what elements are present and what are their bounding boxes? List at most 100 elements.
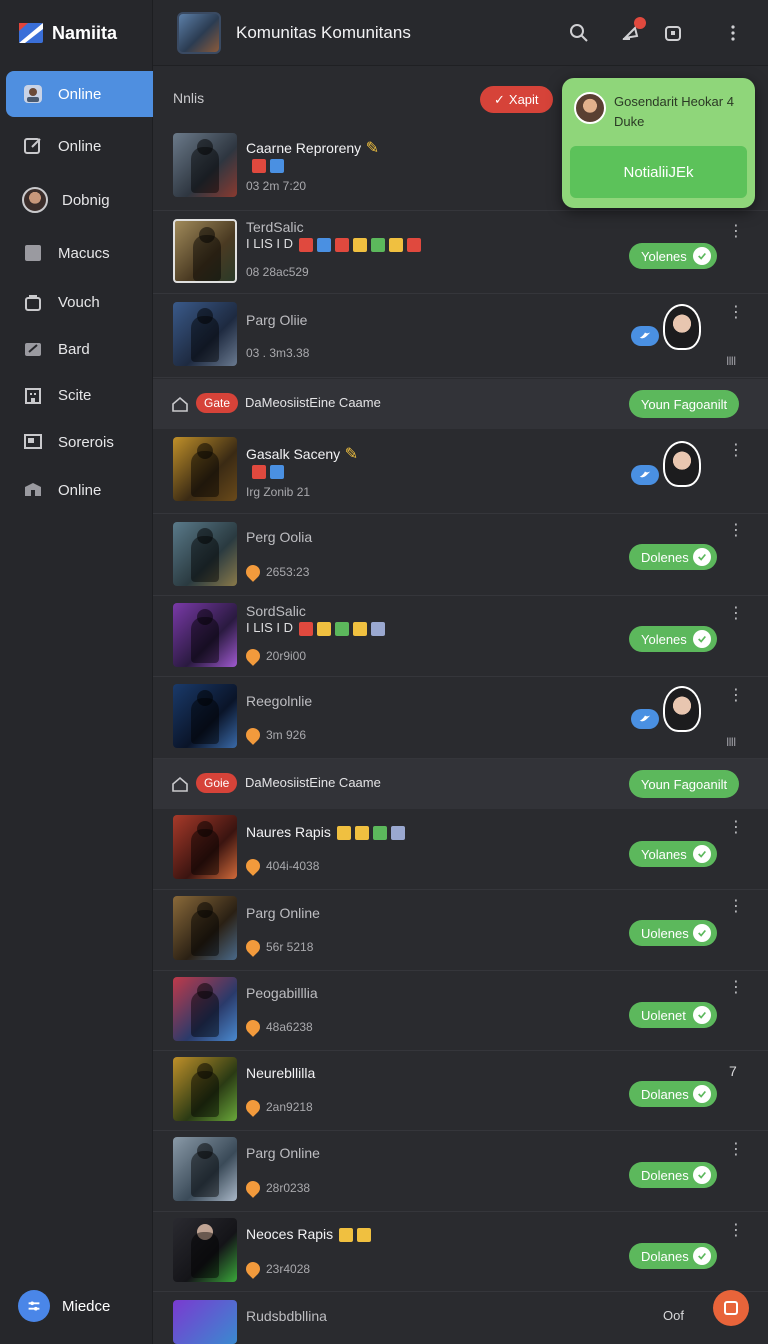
bird-icon[interactable] <box>631 465 659 485</box>
status-pill[interactable]: Yolenes <box>629 626 717 652</box>
more-icon[interactable]: ⋮ <box>728 523 744 539</box>
item-subtitle: I LIS I D <box>246 236 421 252</box>
community-avatar[interactable] <box>177 12 221 54</box>
more-icon[interactable] <box>721 21 745 45</box>
section-button[interactable]: Youn Fagoanilt <box>629 770 739 798</box>
user-avatar[interactable] <box>663 304 701 350</box>
check-icon <box>693 630 711 648</box>
popup-action-button[interactable]: NotialiiJEk <box>570 146 747 198</box>
list-item[interactable]: Peogabilllia 48a6238 ⋮ Uolenet <box>153 971 768 1051</box>
item-badges <box>246 463 284 479</box>
bell-icon[interactable] <box>618 17 646 45</box>
game-thumbnail <box>173 219 237 283</box>
section-header: Goie DaMeosiistEine Caame Youn Fagoanilt <box>153 759 768 809</box>
game-thumbnail <box>173 896 237 960</box>
list-item[interactable]: Parg Online 56r 5218 ⋮ Uolenes <box>153 890 768 971</box>
more-icon[interactable]: ⋮ <box>728 224 744 240</box>
list-item[interactable]: Parg Online 28r0238 ⋮ Dolenes <box>153 1131 768 1212</box>
bird-icon[interactable] <box>631 709 659 729</box>
bird-icon[interactable] <box>631 326 659 346</box>
more-icon[interactable]: ⋮ <box>728 980 744 996</box>
list-item[interactable]: Neurebllilla 2an9218 Dolanes <box>153 1051 768 1131</box>
more-icon[interactable]: ⋮ <box>728 688 744 704</box>
item-title: Neoces Rapis <box>246 1226 372 1243</box>
more-icon[interactable]: ⋮ <box>728 1142 744 1158</box>
item-title: Parg Online <box>246 1145 320 1161</box>
game-thumbnail <box>173 684 237 748</box>
home-icon[interactable] <box>171 775 189 793</box>
check-icon <box>693 1166 711 1184</box>
bag-icon <box>22 291 44 313</box>
status-pill[interactable]: Dolanes <box>629 1243 717 1269</box>
sidebar-footer[interactable]: Miedce <box>18 1290 110 1322</box>
sidebar-item-online-2[interactable]: Online <box>6 123 153 169</box>
more-icon[interactable]: ⋮ <box>728 1223 744 1239</box>
status-pill[interactable]: Dolenes <box>629 544 717 570</box>
bottom-label: Oof <box>663 1308 684 1323</box>
square-icon <box>22 242 44 264</box>
sliders-icon[interactable] <box>18 1290 50 1322</box>
list-item[interactable]: TerdSalic I LIS I D 08 28ac529 ⋮ Yolenes <box>153 211 768 294</box>
user-avatar[interactable] <box>663 686 701 732</box>
more-icon[interactable]: ⋮ <box>728 305 744 321</box>
item-title: Reegolnlie <box>246 693 313 709</box>
fire-icon <box>243 1178 263 1198</box>
list-item[interactable]: Naures Rapis 404i-4038 ⋮ Yolanes <box>153 809 768 890</box>
more-icon[interactable]: ⋮ <box>728 606 744 622</box>
filter-chip-icon: ✓ <box>494 91 505 107</box>
status-pill[interactable]: Yolenes <box>629 243 717 269</box>
avatar-icon <box>22 83 44 105</box>
list-item[interactable]: Parg Oliie 03 . 3m3.38 ⋮ IIII <box>153 294 768 378</box>
status-pill[interactable]: Dolanes <box>629 1081 717 1107</box>
section-button[interactable]: Youn Fagoanilt <box>629 390 739 418</box>
sidebar-item-online-3[interactable]: Online <box>6 467 153 513</box>
status-pill[interactable]: Yolanes <box>629 841 717 867</box>
sidebar-item-dobnig[interactable]: Dobnig <box>6 177 153 223</box>
brand[interactable]: Namiita <box>18 20 117 46</box>
sidebar-item-online[interactable]: Online <box>6 71 153 117</box>
list-item[interactable]: Neoces Rapis 23r4028 ⋮ Dolanes <box>153 1212 768 1292</box>
status-pill[interactable]: Dolenes <box>629 1162 717 1188</box>
check-icon <box>693 924 711 942</box>
brand-name: Namiita <box>52 22 118 43</box>
filter-chip[interactable]: ✓ Xapit <box>480 86 553 113</box>
status-pill[interactable]: Uolenet <box>629 1002 717 1028</box>
item-meta: 3m 926 <box>243 725 306 745</box>
more-icon[interactable]: ⋮ <box>728 443 744 459</box>
list-item[interactable]: Reegolnlie 3m 926 ⋮ IIII <box>153 677 768 759</box>
building-icon <box>22 384 44 406</box>
popup-text-line2: Duke <box>614 114 645 129</box>
item-meta: 03 . 3m3.38 <box>246 346 310 360</box>
sidebar-item-sorerois[interactable]: Sorerois <box>6 419 153 465</box>
fire-icon <box>243 1259 263 1279</box>
more-icon[interactable]: ⋮ <box>728 899 744 915</box>
sidebar-item-macucs[interactable]: Macucs <box>6 230 153 276</box>
sidebar-item-label: Vouch <box>58 293 100 311</box>
sidebar-item-vouch[interactable]: Vouch <box>6 279 153 325</box>
list-item[interactable]: Perg Oolia 2653:23 ⋮ Dolenes <box>153 514 768 596</box>
signal-bars: IIII <box>726 735 736 749</box>
section-chip[interactable]: Goie <box>196 773 238 793</box>
more-icon[interactable]: ⋮ <box>728 820 744 836</box>
sidebar-item-scite[interactable]: Scite <box>6 372 153 418</box>
box-icon[interactable] <box>661 21 685 45</box>
home-icon[interactable] <box>171 395 189 413</box>
sidebar-item-bard[interactable]: Bard <box>6 326 153 372</box>
list-item[interactable]: SordSalic I LIS I D 20r9i00 ⋮ Yolenes <box>153 596 768 677</box>
search-icon[interactable] <box>567 21 591 45</box>
item-title: Neurebllilla <box>246 1065 316 1081</box>
section-label: DaMeosiistEine Caame <box>245 775 381 790</box>
item-meta: 48a6238 <box>243 1017 313 1037</box>
user-avatar[interactable] <box>663 441 701 487</box>
section-chip[interactable]: Gate <box>196 393 239 413</box>
list-item[interactable]: Gasalk Saceny ✎ Irg Zonib 21 ⋮ <box>153 430 768 514</box>
item-title: TerdSalic <box>246 219 304 235</box>
compose-button[interactable] <box>713 1290 749 1326</box>
fire-icon <box>243 1017 263 1037</box>
fire-icon <box>243 937 263 957</box>
game-thumbnail <box>173 522 237 586</box>
item-meta: 20r9i00 <box>243 646 306 666</box>
item-badges <box>246 157 284 173</box>
sidebar-item-label: Bard <box>58 340 90 358</box>
status-pill[interactable]: Uolenes <box>629 920 717 946</box>
